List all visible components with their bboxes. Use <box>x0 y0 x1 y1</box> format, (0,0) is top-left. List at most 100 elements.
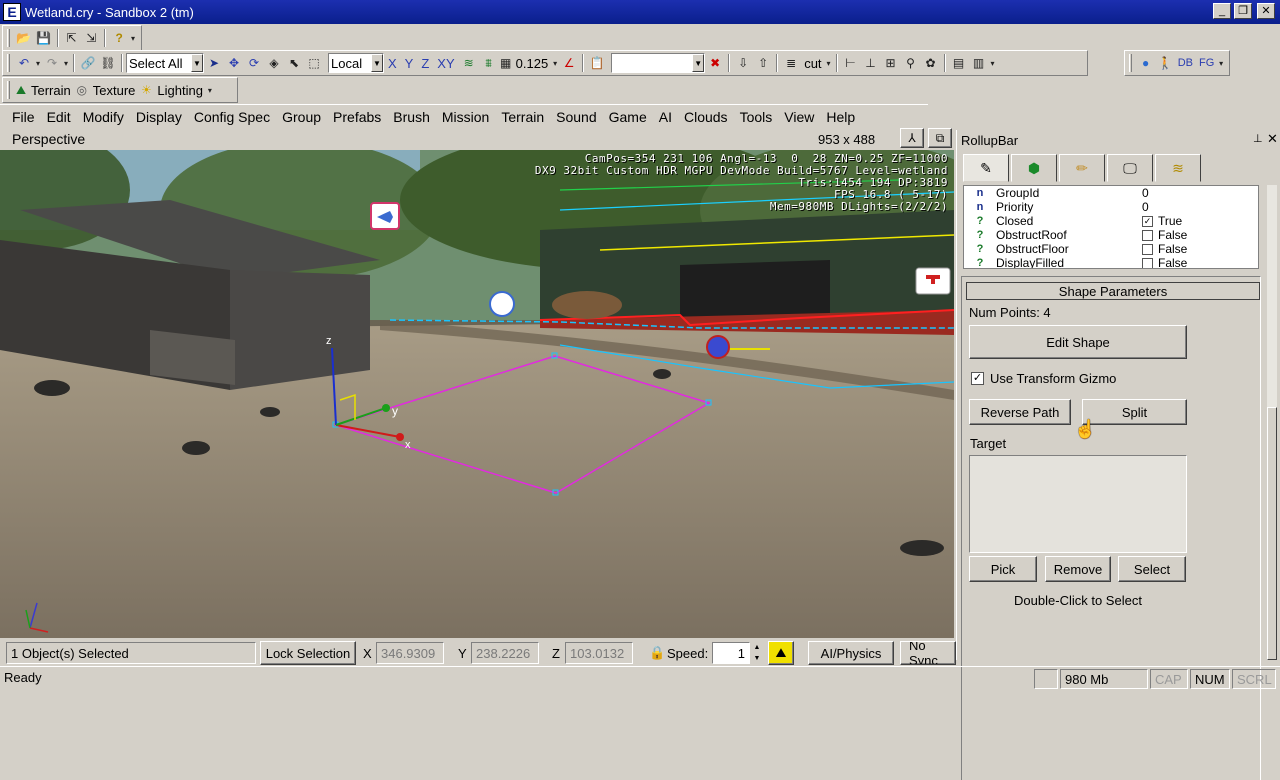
selection-list-icon[interactable]: 📋 <box>587 53 607 73</box>
z-coordinate-field[interactable]: 103.0132 <box>565 642 633 664</box>
angle-snap-icon[interactable]: ∠ <box>559 53 579 73</box>
unlink-icon[interactable]: ⛓ <box>98 53 118 73</box>
select-area-icon[interactable]: ⬚ <box>304 53 324 73</box>
array-icon[interactable]: ⊞ <box>881 53 901 73</box>
import-selection-icon[interactable]: ⇧ <box>753 53 773 73</box>
import-icon[interactable]: ⇲ <box>81 28 101 48</box>
property-row[interactable]: ? Closed ✓ True <box>964 214 1258 228</box>
objects-tab[interactable]: ⬢ <box>1011 154 1057 182</box>
select-arrow-icon[interactable]: ➤ <box>204 53 224 73</box>
physics-icon[interactable]: ⚲ <box>901 53 921 73</box>
undo-icon[interactable]: ↶ <box>14 53 34 73</box>
select-combo[interactable]: Select All ▼ <box>126 53 204 73</box>
link-icon[interactable]: 🔗 <box>78 53 98 73</box>
closed-checkbox[interactable]: ✓ <box>1142 215 1153 227</box>
axis-y-button[interactable]: Y <box>401 56 418 71</box>
layers-tab[interactable]: ≋ <box>1155 154 1201 182</box>
menu-sound[interactable]: Sound <box>550 109 602 125</box>
menu-file[interactable]: File <box>6 109 41 125</box>
named-selection-combo[interactable]: ▼ <box>611 53 706 73</box>
menu-clouds[interactable]: Clouds <box>678 109 734 125</box>
chevron-down-icon[interactable]: ▾ <box>129 28 137 48</box>
layers-icon[interactable]: ≣ <box>781 53 801 73</box>
shape-parameters-title[interactable]: Shape Parameters <box>966 282 1260 300</box>
align-terrain-icon[interactable]: ⊥ <box>861 53 881 73</box>
rollup-scrollbar[interactable] <box>1267 185 1277 660</box>
menu-tools[interactable]: Tools <box>734 109 779 125</box>
property-row[interactable]: n GroupId 0 <box>964 186 1258 200</box>
viewport-axis-icon[interactable]: ⅄ <box>900 128 924 148</box>
speed-spinner[interactable]: ▲ ▼ <box>751 642 763 664</box>
display-tab[interactable]: 🖵 <box>1107 154 1153 182</box>
chevron-down-icon[interactable]: ▾ <box>989 53 997 73</box>
help-icon[interactable]: ? <box>109 28 129 48</box>
ai-physics-button[interactable]: AI/Physics <box>808 641 894 665</box>
texture-button[interactable]: Texture <box>90 83 139 98</box>
split-button[interactable]: Split <box>1082 399 1187 425</box>
grid-size-value[interactable]: 0.125 <box>513 56 552 71</box>
property-row[interactable]: n Priority 0 <box>964 200 1258 214</box>
use-transform-gizmo-checkbox[interactable]: ✓ <box>971 372 984 385</box>
move-icon[interactable]: ✥ <box>224 53 244 73</box>
no-sync-button[interactable]: No Sync <box>900 641 956 665</box>
menu-display[interactable]: Display <box>130 109 188 125</box>
restore-button[interactable]: ❐ <box>1234 3 1252 19</box>
menu-prefabs[interactable]: Prefabs <box>327 109 387 125</box>
chevron-down-icon[interactable]: ▾ <box>34 53 42 73</box>
scale-icon[interactable]: ◈ <box>264 53 284 73</box>
film-icon[interactable]: ▥ <box>969 53 989 73</box>
scrollbar-thumb[interactable] <box>1267 407 1277 660</box>
export-icon[interactable]: ⇱ <box>62 28 82 48</box>
redo-icon[interactable]: ↷ <box>42 53 62 73</box>
remove-button[interactable]: Remove <box>1045 556 1111 582</box>
property-list[interactable]: n GroupId 0 n Priority 0 ? Closed ✓ True ? Obstr… <box>963 185 1259 269</box>
player-icon[interactable]: 🚶 <box>1155 53 1174 73</box>
viewport-name[interactable]: Perspective <box>12 131 85 147</box>
prop-value[interactable]: 0 <box>1142 186 1149 200</box>
prop-value[interactable]: 0 <box>1142 200 1149 214</box>
terrain-snap-icon[interactable]: ≋ <box>459 53 479 73</box>
grid-icon[interactable]: ▦ <box>499 53 513 73</box>
menu-game[interactable]: Game <box>603 109 653 125</box>
chevron-down-icon[interactable]: ▾ <box>551 53 559 73</box>
object-snap-icon[interactable]: ⩩ <box>479 53 499 73</box>
terrain-button[interactable]: Terrain <box>28 83 74 98</box>
x-coordinate-field[interactable]: 346.9309 <box>376 642 444 664</box>
chevron-down-icon[interactable]: ▾ <box>62 53 70 73</box>
fg-button[interactable]: FG <box>1196 57 1217 69</box>
maximize-viewport-icon[interactable]: ⧉ <box>928 128 952 148</box>
axis-z-button[interactable]: Z <box>417 56 433 71</box>
menu-ai[interactable]: AI <box>653 109 678 125</box>
menu-group[interactable]: Group <box>276 109 327 125</box>
chevron-down-icon[interactable]: ▾ <box>1217 53 1225 73</box>
lighting-button[interactable]: Lighting <box>154 83 206 98</box>
menu-edit[interactable]: Edit <box>41 109 77 125</box>
toolbar-grip[interactable] <box>7 54 10 72</box>
pin-icon[interactable]: ⊥ <box>1253 132 1263 145</box>
db-button[interactable]: DB <box>1175 57 1196 69</box>
close-icon[interactable]: ✕ <box>1267 131 1278 147</box>
property-row[interactable]: ? ObstructRoof False <box>964 228 1258 242</box>
speed-input[interactable]: 1 <box>712 642 750 664</box>
target-list[interactable] <box>969 455 1187 553</box>
menu-terrain[interactable]: Terrain <box>495 109 550 125</box>
modify-tab[interactable]: ✏ <box>1059 154 1105 182</box>
vegetation-icon[interactable]: ✿ <box>921 53 941 73</box>
menu-modify[interactable]: Modify <box>77 109 130 125</box>
select-button[interactable]: Select <box>1118 556 1186 582</box>
open-icon[interactable]: 📂 <box>14 28 34 48</box>
property-row[interactable]: ? ObstructFloor False <box>964 242 1258 256</box>
toolbar-grip[interactable] <box>7 81 10 99</box>
edit-shape-button[interactable]: Edit Shape <box>969 325 1187 359</box>
create-tab[interactable]: ✎ <box>963 154 1009 182</box>
close-button[interactable]: ✕ <box>1257 3 1275 19</box>
y-coordinate-field[interactable]: 238.2226 <box>471 642 539 664</box>
menu-brush[interactable]: Brush <box>387 109 436 125</box>
lock-selection-button[interactable]: Lock Selection <box>260 641 356 665</box>
menu-config-spec[interactable]: Config Spec <box>188 109 276 125</box>
menu-mission[interactable]: Mission <box>436 109 495 125</box>
material-icon[interactable]: ▤ <box>949 53 969 73</box>
current-layer-value[interactable]: cut <box>801 56 824 71</box>
save-icon[interactable]: 💾 <box>34 28 54 48</box>
toolbar-grip[interactable] <box>1129 54 1132 72</box>
